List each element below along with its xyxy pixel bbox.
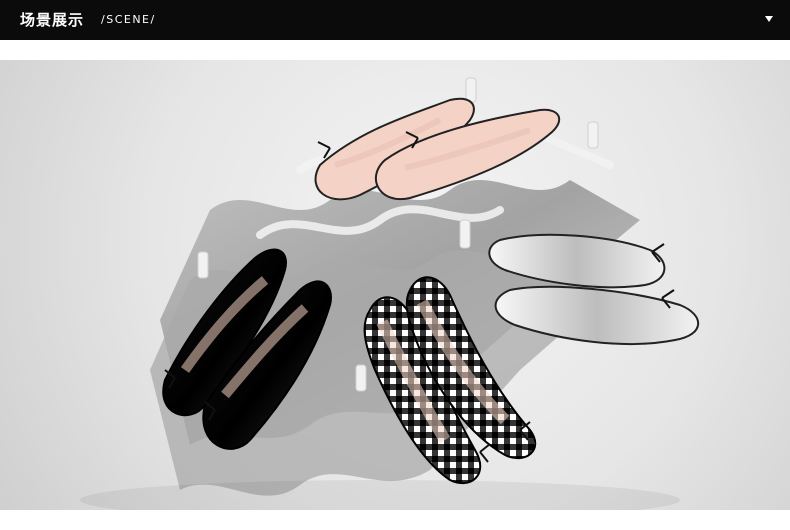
silver-shoes [488, 233, 700, 345]
scene-illustration [80, 77, 700, 510]
triangle-down-icon[interactable] [765, 16, 773, 22]
section-header: 场景展示 /SCENE/ [0, 0, 790, 40]
section-subtitle: /SCENE/ [101, 13, 156, 26]
scene-photo [0, 60, 790, 510]
section-title: 场景展示 [20, 11, 85, 29]
pink-shoes [314, 97, 561, 201]
